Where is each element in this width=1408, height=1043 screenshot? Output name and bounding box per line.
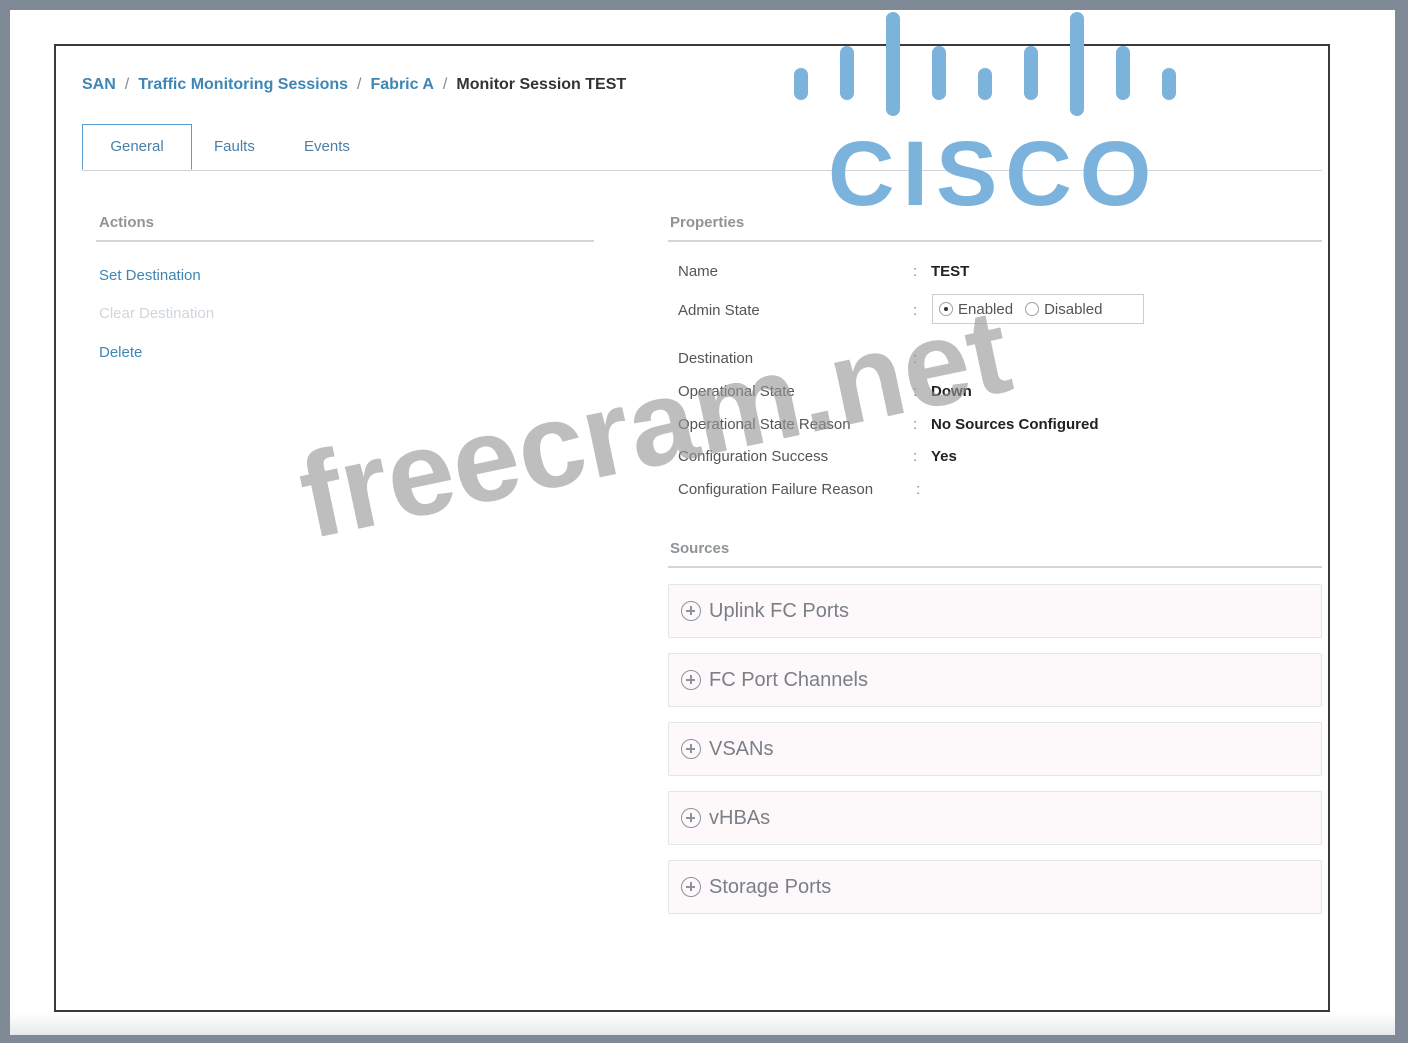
vhbas-panel[interactable]: vHBAs <box>668 791 1322 845</box>
storage-ports-label: Storage Ports <box>709 875 832 898</box>
expand-plus-icon[interactable] <box>681 739 701 759</box>
tab-events[interactable]: Events <box>304 124 350 170</box>
configuration-failure-reason-colon: : <box>916 481 921 498</box>
disabled-radio-label[interactable]: Disabled <box>1044 301 1102 318</box>
name-label: Name <box>678 263 719 280</box>
tab-faults[interactable]: Faults <box>214 124 255 170</box>
expand-plus-icon[interactable] <box>681 601 701 621</box>
breadcrumb: SAN / Traffic Monitoring Sessions / Fabric A… <box>82 76 626 94</box>
uplink-fc-ports-panel[interactable]: Uplink FC Ports <box>668 584 1322 638</box>
breadcrumb-fabric-a[interactable]: Fabric A <box>371 76 434 93</box>
properties-title: Properties <box>670 214 745 231</box>
clear-destination-link: Clear Destination <box>99 305 215 322</box>
bottom-edge-fade <box>10 1013 1395 1035</box>
breadcrumb-san[interactable]: SAN <box>82 76 116 93</box>
cisco-logo-text: CISCO <box>828 123 1160 225</box>
vhbas-label: vHBAs <box>709 806 771 829</box>
actions-title: Actions <box>99 214 155 231</box>
actions-divider <box>96 240 594 242</box>
vsans-panel[interactable]: VSANs <box>668 722 1322 776</box>
delete-link[interactable]: Delete <box>99 344 142 361</box>
uplink-fc-ports-label: Uplink FC Ports <box>709 599 850 622</box>
expand-plus-icon[interactable] <box>681 808 701 828</box>
admin-state-label: Admin State <box>678 302 760 319</box>
breadcrumb-separator: / <box>357 76 362 93</box>
fc-port-channels-panel[interactable]: FC Port Channels <box>668 653 1322 707</box>
configuration-success-colon: : <box>913 448 918 465</box>
sources-divider <box>668 566 1322 568</box>
breadcrumb-separator: / <box>442 76 448 93</box>
disabled-radio[interactable] <box>1025 302 1040 316</box>
configuration-success-value: Yes <box>931 448 957 465</box>
tab-general[interactable]: General <box>82 124 192 170</box>
sources-title: Sources <box>670 540 730 557</box>
breadcrumb-separator: / <box>124 76 130 93</box>
name-value: TEST <box>931 263 970 280</box>
configuration-failure-reason-label: Configuration Failure Reason <box>678 481 874 498</box>
breadcrumb-current: Monitor Session TEST <box>456 76 627 93</box>
expand-plus-icon[interactable] <box>681 877 701 897</box>
storage-ports-panel[interactable]: Storage Ports <box>668 860 1322 914</box>
fc-port-channels-label: FC Port Channels <box>709 668 868 691</box>
set-destination-link[interactable]: Set Destination <box>99 267 201 284</box>
expand-plus-icon[interactable] <box>681 670 701 690</box>
properties-divider <box>668 240 1322 242</box>
name-colon: : <box>913 263 918 280</box>
vsans-label: VSANs <box>709 737 774 760</box>
breadcrumb-traffic-monitoring-sessions[interactable]: Traffic Monitoring Sessions <box>138 76 348 93</box>
